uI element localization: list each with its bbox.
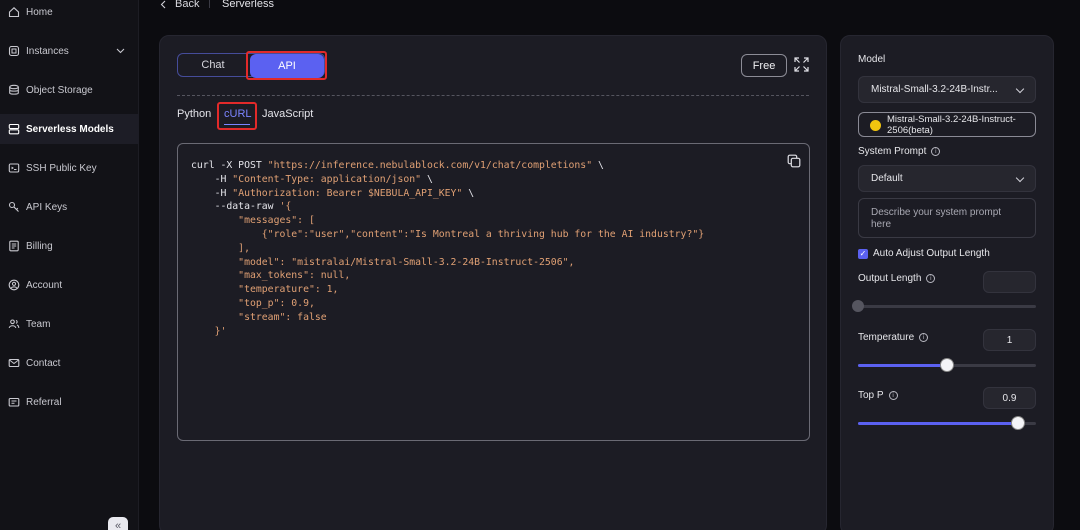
info-icon[interactable]: i [888,391,898,400]
system-prompt-label: System Prompt i [858,146,941,157]
temperature-label: Temperature i [858,332,929,343]
free-badge-button[interactable]: Free [741,54,787,77]
temperature-input[interactable]: 1 [983,329,1036,351]
contact-icon [7,357,20,370]
output-length-slider[interactable] [852,300,1036,312]
referral-icon [7,396,20,409]
tab-chat[interactable]: Chat [178,54,248,76]
sidebar-item-api-keys[interactable]: API Keys [0,192,139,222]
sidebar-item-label: Object Storage [26,84,93,96]
slider-thumb[interactable] [941,359,953,371]
expand-icon[interactable] [794,57,809,72]
home-icon [7,6,20,19]
sidebar-item-label: Instances [26,45,69,57]
chevron-down-icon [1015,173,1025,183]
team-icon [7,318,20,331]
app: Home Instances Object Storage Serverless… [0,0,1080,530]
sidebar: Home Instances Object Storage Serverless… [0,0,139,530]
topbar: Back Serverless [139,0,1080,18]
chevron-left-icon [160,0,166,8]
tab-python[interactable]: Python [177,108,211,120]
hugging-face-icon [870,120,881,131]
code-block[interactable]: curl -X POST "https://inference.nebulabl… [177,143,810,441]
collapse-sidebar-button[interactable]: « [108,517,128,530]
page-title: Serverless [222,0,274,10]
instances-icon [7,45,20,58]
database-icon [7,84,20,97]
chevron-down-icon [1015,84,1025,94]
tab-javascript[interactable]: JavaScript [262,108,313,120]
sidebar-item-referral[interactable]: Referral [0,387,139,417]
ssh-key-icon [7,162,20,175]
back-label: Back [175,0,200,10]
top-p-label: Top Pi [858,390,898,401]
settings-panel: Model Mistral-Small-3.2-24B-Instr... Mis… [840,35,1054,530]
sidebar-item-label: Account [26,279,63,291]
output-length-input[interactable] [983,271,1036,293]
breadcrumb-divider [209,0,210,8]
divider [177,95,809,96]
copy-icon[interactable] [787,154,801,168]
billing-icon [7,240,20,253]
model-badge: Mistral-Small-3.2-24B-Instruct-2506(beta… [858,112,1036,137]
auto-adjust-checkbox[interactable]: ✓ [858,248,868,259]
sidebar-item-team[interactable]: Team [0,309,139,339]
back-button[interactable]: Back [160,0,199,10]
sidebar-item-ssh-public-key[interactable]: SSH Public Key [0,153,139,183]
output-length-label: Output Length i [858,273,936,284]
serverless-icon [7,123,20,136]
account-icon [7,279,20,292]
auto-adjust-checkbox-row[interactable]: ✓ Auto Adjust Output Length [858,248,990,259]
top-p-slider[interactable] [858,417,1036,429]
highlight-box [217,102,257,130]
sidebar-item-home[interactable]: Home [0,0,139,27]
api-panel: Chat API Free Python cURL JavaScript cur… [159,35,827,530]
key-icon [7,201,20,214]
sidebar-item-label: SSH Public Key [26,162,97,174]
sidebar-item-label: Contact [26,357,61,369]
code-snippet: curl -X POST "https://inference.nebulabl… [191,160,705,337]
sidebar-item-account[interactable]: Account [0,270,139,300]
system-prompt-select[interactable]: Default [858,165,1036,192]
sidebar-item-label: Home [26,6,53,18]
model-label: Model [858,54,886,65]
chevron-down-icon [116,46,125,57]
slider-thumb[interactable] [852,300,864,312]
model-select[interactable]: Mistral-Small-3.2-24B-Instr... [858,76,1036,103]
slider-thumb[interactable] [1012,417,1025,429]
top-p-input[interactable]: 0.9 [983,387,1036,409]
sidebar-item-label: API Keys [26,201,68,213]
highlight-box [246,51,327,80]
sidebar-item-contact[interactable]: Contact [0,348,139,378]
sidebar-item-label: Referral [26,396,62,408]
sidebar-item-label: Billing [26,240,53,252]
sidebar-item-label: Team [26,318,51,330]
sidebar-item-label: Serverless Models [26,123,114,135]
info-icon[interactable]: i [919,333,929,342]
sidebar-item-object-storage[interactable]: Object Storage [0,75,139,105]
sidebar-item-instances[interactable]: Instances [0,36,139,66]
sidebar-item-serverless-models[interactable]: Serverless Models [0,114,139,144]
info-icon[interactable]: i [931,147,941,156]
system-prompt-input[interactable]: Describe your system prompt here [858,198,1036,238]
sidebar-item-billing[interactable]: Billing [0,231,139,261]
info-icon[interactable]: i [926,274,936,283]
temperature-slider[interactable] [858,359,1036,371]
